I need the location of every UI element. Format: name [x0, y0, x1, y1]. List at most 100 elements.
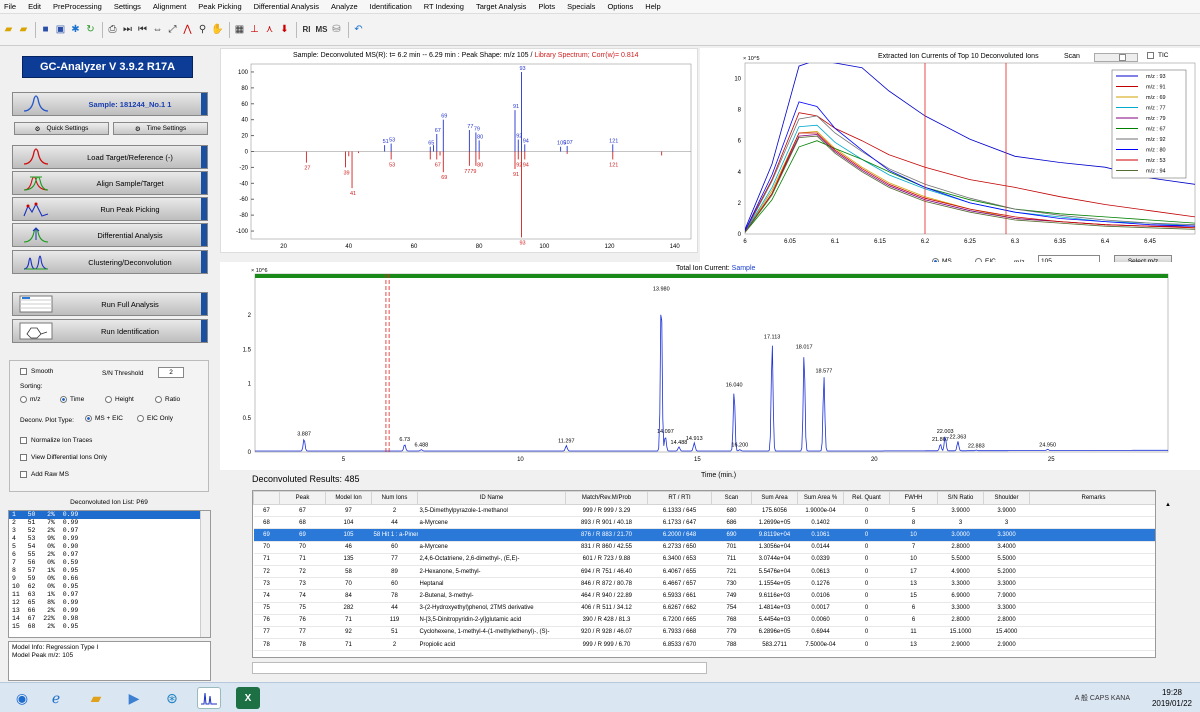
- list-item[interactable]: 11 63 1% 0.97: [9, 591, 210, 599]
- table-row[interactable]: 68 68 104 44 a-Myrcene 893 / R 901 / 40.18 6.1…: [253, 516, 1155, 530]
- file-explorer-icon[interactable]: ▰: [84, 687, 108, 709]
- run-full-analysis-button[interactable]: Run Full Analysis: [12, 292, 208, 316]
- internet-explorer-icon[interactable]: ℯ: [44, 687, 68, 709]
- skip-back-icon[interactable]: ⏮: [136, 22, 149, 37]
- sort-mz-radio[interactable]: m/z: [20, 396, 40, 403]
- tic-plot[interactable]: Total Ion Current: Sample × 10^6 0 0.5 1 1.5…: [220, 262, 1200, 479]
- menu-alignment[interactable]: Alignment: [153, 2, 186, 11]
- col-model-ion-header[interactable]: Model Ion: [325, 491, 372, 505]
- window-icon[interactable]: ▣: [54, 22, 67, 37]
- table-row[interactable]: 74 74 84 78 2-Butenal, 3-methyl- 464 / R 940 …: [253, 589, 1155, 603]
- peak-mark-icon[interactable]: ⋏: [263, 22, 276, 37]
- save-icon[interactable]: ■: [39, 22, 52, 37]
- col-shoulder-header[interactable]: Shoulder: [983, 491, 1030, 505]
- menu-identification[interactable]: Identification: [370, 2, 412, 11]
- list-item[interactable]: 9 59 0% 0.66: [9, 575, 210, 583]
- ri-icon[interactable]: RI: [300, 22, 313, 37]
- list-item[interactable]: 4 53 9% 0.99: [9, 535, 210, 543]
- menu-file[interactable]: File: [4, 2, 16, 11]
- menu-analyze[interactable]: Analyze: [331, 2, 358, 11]
- table-row[interactable]: 71 71 135 77 2,4,6-Octatriene, 2,6-dimethyl-…: [253, 553, 1155, 566]
- checkbox-box[interactable]: [20, 437, 27, 444]
- differential-analysis-button[interactable]: Differential Analysis: [12, 223, 208, 247]
- col-rel-quant-header[interactable]: Rel. Quant: [843, 491, 890, 505]
- list-item[interactable]: 3 52 2% 0.97: [9, 527, 210, 535]
- zoom-icon[interactable]: ⚲: [196, 22, 209, 37]
- gc-analyzer-task-icon[interactable]: [197, 687, 221, 709]
- grid-icon[interactable]: ▦: [233, 22, 246, 37]
- clustering-button[interactable]: Clustering/Deconvolution: [12, 250, 208, 274]
- print-icon[interactable]: ⎙: [106, 22, 119, 37]
- table-row[interactable]: 72 72 58 89 2-Hexanone, 5-methyl- 694 / R 751…: [253, 565, 1155, 579]
- database-icon[interactable]: ⛁: [330, 22, 343, 37]
- smooth-checkbox[interactable]: Smooth: [20, 368, 53, 375]
- table-row[interactable]: 78 78 71 2 Propiolic acid 999 / R 999 / 6.70 6…: [253, 638, 1155, 652]
- zoom-fit-icon[interactable]: ⤢: [166, 22, 179, 37]
- list-item[interactable]: 15 68 2% 0.95: [9, 623, 210, 631]
- table-row[interactable]: 75 75 282 44 3-(2-Hydroxyethyl)phenol, 2TMS …: [253, 602, 1155, 615]
- refresh-icon[interactable]: ↻: [84, 22, 97, 37]
- undo-icon[interactable]: ↶: [352, 22, 365, 37]
- menu-peak-picking[interactable]: Peak Picking: [198, 2, 241, 11]
- clock[interactable]: 19:28 2019/01/22: [1152, 687, 1192, 709]
- menu-help[interactable]: Help: [645, 2, 660, 11]
- results-table[interactable]: Peak Model Ion Num Ions ID Name Match/Re…: [252, 490, 1156, 658]
- quick-settings-button[interactable]: ⚙ Quick Settings: [14, 122, 109, 135]
- col-sum-area-header[interactable]: Sum Area: [751, 491, 798, 505]
- col-peak-header[interactable]: Peak: [279, 491, 326, 505]
- col-rt-header[interactable]: RT / RTI: [647, 491, 712, 505]
- list-item[interactable]: 1 50 2% 0.99: [9, 511, 210, 519]
- align-button[interactable]: Align Sample/Target: [12, 171, 208, 195]
- col-sum-area-pct-header[interactable]: Sum Area %: [797, 491, 844, 505]
- col-fwhh-header[interactable]: FWHH: [889, 491, 938, 505]
- menu-preprocessing[interactable]: PreProcessing: [53, 2, 102, 11]
- menu-options[interactable]: Options: [607, 2, 633, 11]
- radio-dot[interactable]: [85, 415, 92, 422]
- menu-edit[interactable]: Edit: [28, 2, 41, 11]
- col-index-header[interactable]: [253, 491, 280, 505]
- col-remarks-header[interactable]: Remarks: [1029, 491, 1155, 505]
- expand-icon[interactable]: ⇔: [151, 22, 164, 37]
- eic-plot[interactable]: Extracted Ion Currents of Top 10 Deconvo…: [700, 48, 1200, 270]
- col-scan-header[interactable]: Scan: [711, 491, 752, 505]
- table-row[interactable]: 76 76 71 119 N-[3,5-Dinitropyridin-2-yl]glut…: [253, 614, 1155, 627]
- media-player-icon[interactable]: ▶: [122, 687, 146, 709]
- open-folder-2-icon[interactable]: ▰: [17, 22, 30, 37]
- checkbox-box[interactable]: [20, 471, 27, 478]
- ms-icon[interactable]: MS: [315, 22, 328, 37]
- table-row[interactable]: 67 67 97 2 3,5-Dimethylpyrazole-1-methanol 99…: [253, 504, 1155, 518]
- menu-target-analysis[interactable]: Target Analysis: [476, 2, 526, 11]
- menu-plots[interactable]: Plots: [538, 2, 555, 11]
- list-item[interactable]: 13 66 2% 0.99: [9, 607, 210, 615]
- list-item[interactable]: 12 65 8% 0.99: [9, 599, 210, 607]
- list-item[interactable]: 7 56 0% 0.59: [9, 559, 210, 567]
- col-id-name-header[interactable]: ID Name: [417, 491, 566, 505]
- table-row[interactable]: 70 70 46 60 a-Myrcene 831 / R 860 / 42.55 6.27…: [253, 541, 1155, 554]
- sort-time-radio[interactable]: Time: [60, 396, 84, 403]
- sort-ratio-radio[interactable]: Ratio: [155, 396, 180, 403]
- list-item[interactable]: 8 57 1% 0.95: [9, 567, 210, 575]
- marker-icon[interactable]: ⊥: [248, 22, 261, 37]
- list-item[interactable]: 5 54 0% 0.90: [9, 543, 210, 551]
- time-settings-button[interactable]: ⚙ Time Settings: [113, 122, 208, 135]
- start-button-icon[interactable]: ◉: [10, 687, 34, 709]
- settings-star-icon[interactable]: ✱: [69, 22, 82, 37]
- checkbox-box[interactable]: [20, 454, 27, 461]
- results-scrollbar[interactable]: ▲: [1163, 500, 1175, 658]
- ion-list-scrollbar[interactable]: [200, 511, 210, 637]
- ms-eic-radio[interactable]: MS + EIC: [85, 415, 123, 422]
- col-num-ions-header[interactable]: Num Ions: [371, 491, 418, 505]
- horizontal-scrollbar[interactable]: [252, 662, 707, 674]
- deconvoluted-ms-plot[interactable]: Sample: Deconvoluted MS(R): t= 6.2 min -…: [220, 48, 698, 253]
- list-item[interactable]: 6 55 2% 0.97: [9, 551, 210, 559]
- list-item[interactable]: 14 67 22% 0.98: [9, 615, 210, 623]
- open-folder-icon[interactable]: ▰: [2, 22, 15, 37]
- radio-dot[interactable]: [20, 396, 27, 403]
- peak-icon[interactable]: ⋀: [181, 22, 194, 37]
- skip-forward-icon[interactable]: ⏭: [121, 22, 134, 37]
- menu-rt-indexing[interactable]: RT Indexing: [424, 2, 464, 11]
- sample-button[interactable]: Sample: 181244_No.1 1: [12, 92, 208, 116]
- eic-only-radio[interactable]: EIC Only: [137, 415, 173, 422]
- peak-picking-button[interactable]: Run Peak Picking: [12, 197, 208, 221]
- system-tray[interactable]: A 般 CAPS KANA: [1075, 693, 1130, 703]
